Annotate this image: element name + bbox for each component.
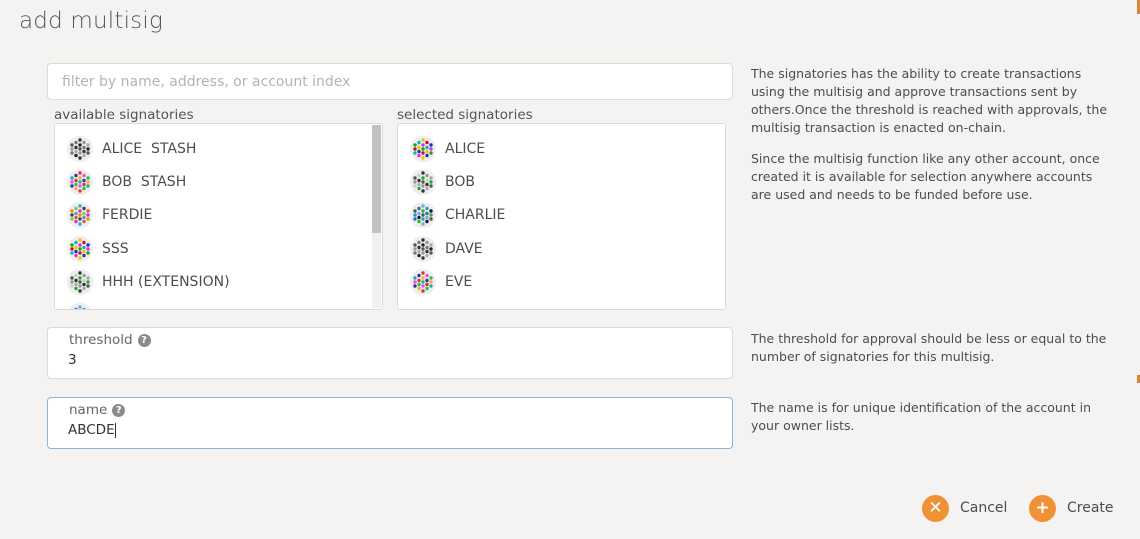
available-item[interactable]: ALICE STASH [55,132,382,165]
selected-signatories-label: selected signatories [397,107,533,123]
selected-signatories-list: ALICE BOB CHARLIE DAVE EVE [397,123,726,310]
available-item-label: BOB STASH [102,174,187,191]
scrollbar-thumb[interactable] [372,125,381,233]
selected-item-label: CHARLIE [445,207,506,224]
filter-input[interactable] [47,63,733,100]
selected-item-label: EVE [445,274,473,291]
signatories-help-text-2: Since the multisig function like any oth… [751,151,1100,202]
selected-item[interactable]: ALICE [398,132,725,165]
create-button[interactable]: + Create [1029,494,1114,522]
name-help-text: The name is for unique identification of… [751,400,1091,433]
identicon-icon [410,135,436,162]
identicon-icon [410,269,436,296]
available-item[interactable]: FERDIE [55,199,382,232]
create-button-label: Create [1067,500,1114,516]
available-item-label: HHH (EXTENSION) [102,274,230,291]
name-input-value: ABCDE [68,422,115,438]
name-input[interactable]: ABCDE [68,422,708,438]
name-label: name [69,402,108,418]
identicon-icon [67,269,93,296]
scrollbar[interactable] [372,125,381,308]
selected-item[interactable]: DAVE [398,232,725,265]
available-item[interactable]: BOB STASH [55,165,382,198]
modal-title: add multisig [19,8,163,34]
available-item-label: ALICE STASH [102,140,197,157]
text-caret [114,422,116,438]
threshold-label: threshold [69,332,133,348]
available-item-label: SSS [102,240,129,257]
selected-item-label: BOB [445,174,475,191]
identicon-icon [67,202,93,229]
identicon-icon [410,169,436,196]
selected-item-label: ALICE [445,140,486,157]
available-item[interactable] [55,299,382,309]
signatories-help-text: The signatories has the ability to creat… [751,66,1108,135]
available-item[interactable]: SSS [55,232,382,265]
selected-item-label: DAVE [445,240,483,257]
available-item[interactable]: HHH (EXTENSION) [55,266,382,299]
cancel-button-label: Cancel [960,500,1008,516]
identicon-icon [410,235,436,262]
name-field[interactable]: name ? ABCDE [47,397,733,449]
identicon-icon [67,302,93,309]
cancel-button[interactable]: ✕ Cancel [922,494,1007,522]
available-signatories-label: available signatories [54,107,194,123]
selected-item[interactable]: BOB [398,165,725,198]
plus-circle-icon: + [1029,494,1056,522]
selected-item[interactable]: EVE [398,266,725,299]
available-item-label: FERDIE [102,207,153,224]
identicon-icon [67,235,93,262]
selected-item[interactable]: CHARLIE [398,199,725,232]
available-signatories-list[interactable]: ALICE STASH BOB STASH FERDIE SSS HHH (EXTENS… [54,123,383,310]
threshold-input[interactable] [68,352,708,368]
identicon-icon [67,135,93,162]
threshold-field[interactable]: threshold ? [47,327,733,379]
identicon-icon [410,202,436,229]
threshold-help-text: The threshold for approval should be les… [751,331,1107,364]
question-circle-icon[interactable]: ? [137,333,151,347]
question-circle-icon[interactable]: ? [112,403,126,417]
identicon-icon [67,169,93,196]
close-circle-icon: ✕ [922,494,949,522]
